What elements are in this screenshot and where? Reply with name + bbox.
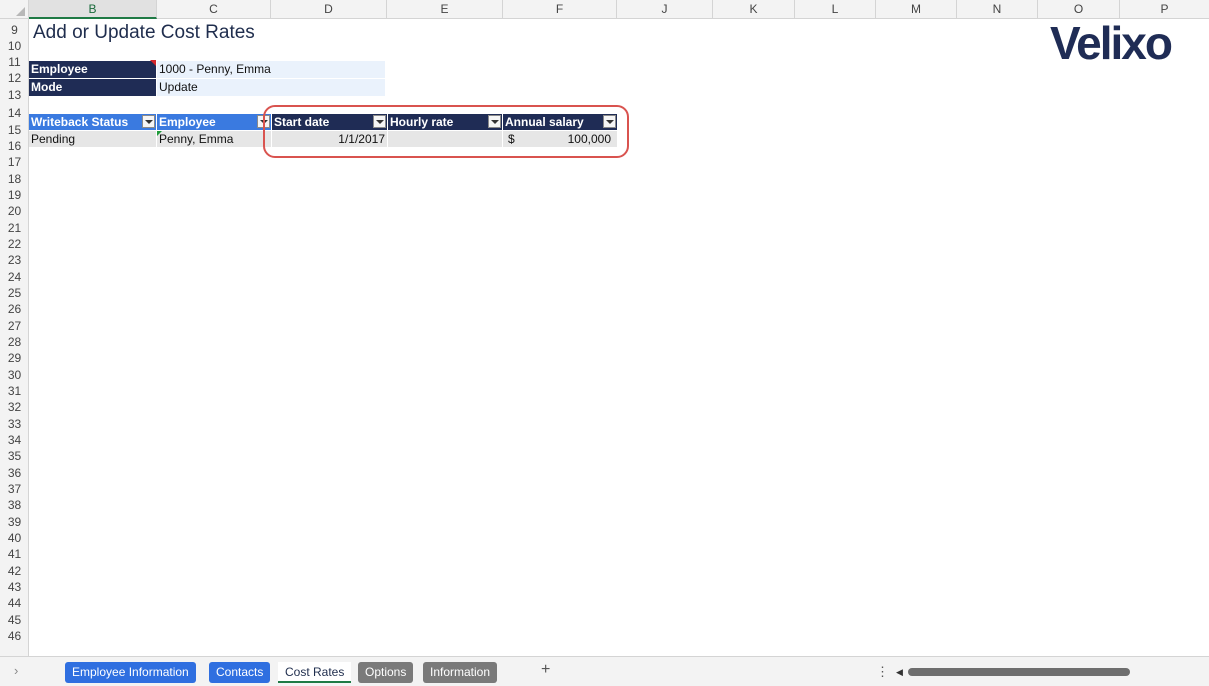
row-header-46[interactable]: 46 <box>0 629 29 643</box>
row-header-39[interactable]: 39 <box>0 515 29 529</box>
row-header-17[interactable]: 17 <box>0 155 29 169</box>
column-header-bar: B C D E F J K L M N O P <box>0 0 1209 19</box>
row-header-45[interactable]: 45 <box>0 613 29 627</box>
column-header-d[interactable]: D <box>271 0 387 19</box>
row-header-32[interactable]: 32 <box>0 400 29 414</box>
scroll-left-icon[interactable]: ◀ <box>896 667 903 678</box>
row-header-27[interactable]: 27 <box>0 319 29 333</box>
row-header-23[interactable]: 23 <box>0 253 29 267</box>
tab-cost-rates[interactable]: Cost Rates <box>278 662 352 683</box>
row-header-25[interactable]: 25 <box>0 286 29 300</box>
row-header-43[interactable]: 43 <box>0 580 29 594</box>
row-header-18[interactable]: 18 <box>0 172 29 186</box>
param-employee-label: Employee <box>29 61 156 78</box>
add-sheet-button[interactable]: + <box>541 661 550 679</box>
row-header-35[interactable]: 35 <box>0 449 29 463</box>
header-employee-label: Employee <box>159 115 216 129</box>
row-header-16[interactable]: 16 <box>0 139 29 153</box>
header-writeback-status[interactable]: Writeback Status <box>29 114 156 130</box>
column-header-e[interactable]: E <box>387 0 503 19</box>
row-header-26[interactable]: 26 <box>0 302 29 316</box>
cell-writeback-status[interactable]: Pending <box>29 131 156 147</box>
column-header-f[interactable]: F <box>503 0 617 19</box>
more-options-icon[interactable]: ⋮ <box>876 664 889 680</box>
column-header-b[interactable]: B <box>29 0 157 19</box>
row-header-33[interactable]: 33 <box>0 417 29 431</box>
row-header-42[interactable]: 42 <box>0 564 29 578</box>
row-header-bar: 9 10 11 12 13 14 15 16 17 18 19 20 21 22 23 24 25 26 27 28 2… <box>0 19 29 656</box>
velixo-logo: Velixo <box>1050 17 1174 69</box>
row-header-12[interactable]: 12 <box>0 71 29 85</box>
horizontal-scrollbar[interactable]: ◀ <box>896 666 1209 677</box>
row-header-38[interactable]: 38 <box>0 498 29 512</box>
row-header-9[interactable]: 9 <box>0 23 29 37</box>
filter-dropdown-icon[interactable] <box>142 115 155 128</box>
header-writeback-status-label: Writeback Status <box>31 115 129 129</box>
column-header-c[interactable]: C <box>157 0 271 19</box>
select-all-triangle-icon <box>16 7 25 16</box>
sheet-tab-bar: › Employee Information Contacts Cost Rat… <box>0 656 1209 686</box>
column-header-n[interactable]: N <box>957 0 1038 19</box>
tab-contacts[interactable]: Contacts <box>209 662 271 683</box>
scrollbar-thumb[interactable] <box>908 668 1130 676</box>
column-header-k[interactable]: K <box>713 0 795 19</box>
logo-text: Velixo <box>1050 17 1172 69</box>
row-header-30[interactable]: 30 <box>0 368 29 382</box>
row-header-36[interactable]: 36 <box>0 466 29 480</box>
column-header-m[interactable]: M <box>876 0 957 19</box>
param-mode-value[interactable]: Update <box>157 79 385 96</box>
row-header-14[interactable]: 14 <box>0 106 29 120</box>
header-employee[interactable]: Employee <box>157 114 271 130</box>
chevron-right-icon[interactable]: › <box>14 663 18 678</box>
row-header-19[interactable]: 19 <box>0 188 29 202</box>
row-header-29[interactable]: 29 <box>0 351 29 365</box>
comment-indicator-icon <box>150 60 156 66</box>
tab-information[interactable]: Information <box>423 662 498 683</box>
row-header-40[interactable]: 40 <box>0 531 29 545</box>
cell-employee[interactable]: Penny, Emma <box>157 131 271 147</box>
column-header-l[interactable]: L <box>795 0 876 19</box>
select-all-corner[interactable] <box>0 0 29 19</box>
row-header-13[interactable]: 13 <box>0 88 29 102</box>
row-header-44[interactable]: 44 <box>0 596 29 610</box>
error-indicator-icon <box>157 131 162 136</box>
row-header-20[interactable]: 20 <box>0 204 29 218</box>
row-header-34[interactable]: 34 <box>0 433 29 447</box>
row-header-10[interactable]: 10 <box>0 39 29 53</box>
row-header-31[interactable]: 31 <box>0 384 29 398</box>
tab-employee-information[interactable]: Employee Information <box>65 662 196 683</box>
column-header-j[interactable]: J <box>617 0 713 19</box>
row-header-22[interactable]: 22 <box>0 237 29 251</box>
tab-options[interactable]: Options <box>358 662 414 683</box>
highlight-annotation <box>263 105 629 158</box>
row-header-41[interactable]: 41 <box>0 547 29 561</box>
param-mode-label: Mode <box>29 79 156 96</box>
row-header-21[interactable]: 21 <box>0 221 29 235</box>
row-header-37[interactable]: 37 <box>0 482 29 496</box>
row-header-11[interactable]: 11 <box>0 55 29 69</box>
row-header-15[interactable]: 15 <box>0 123 29 137</box>
page-title: Add or Update Cost Rates <box>33 22 255 43</box>
row-header-24[interactable]: 24 <box>0 270 29 284</box>
param-employee-value[interactable]: 1000 - Penny, Emma <box>157 61 385 78</box>
row-header-28[interactable]: 28 <box>0 335 29 349</box>
